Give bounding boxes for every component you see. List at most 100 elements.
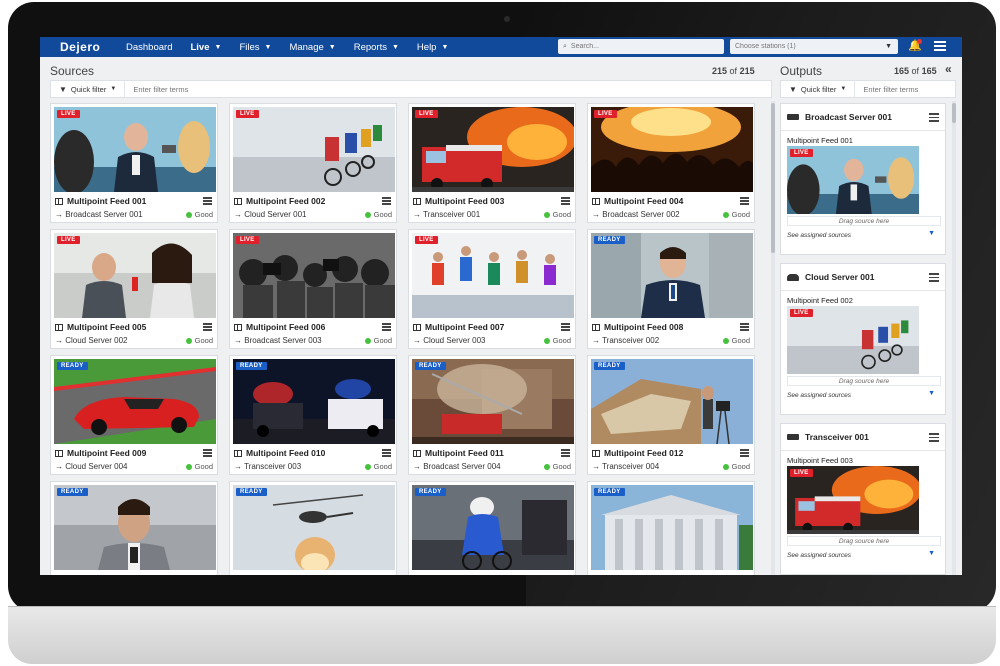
chevron-down-icon[interactable]: ▼ <box>928 550 935 557</box>
source-thumbnail[interactable]: READY <box>233 359 395 444</box>
drop-zone[interactable]: Drag source here <box>787 376 941 386</box>
search-input[interactable] <box>570 43 711 50</box>
server-icon <box>787 114 799 120</box>
outputs-filter-input[interactable] <box>863 84 934 94</box>
station-selector[interactable]: ▼ <box>730 39 898 54</box>
source-thumbnail[interactable]: READY <box>54 485 216 570</box>
multipoint-feed-icon <box>55 449 63 457</box>
nav-item-manage[interactable]: Manage ▼ <box>289 42 335 53</box>
source-card[interactable]: READY <box>50 481 218 575</box>
status-dot-icon <box>722 211 729 218</box>
nav-item-live[interactable]: Live ▼ <box>190 42 221 53</box>
source-thumbnail[interactable]: READY <box>591 359 753 444</box>
dejero-logo[interactable]: Dejero <box>60 40 126 54</box>
sources-grid: LIVE Multipoint Feed 001 → Broadcast Serve… <box>50 103 770 575</box>
status-dot-icon <box>185 337 192 344</box>
source-thumbnail[interactable]: READY <box>54 359 216 444</box>
see-assigned-sources-link[interactable]: See assigned sources <box>787 552 851 559</box>
see-assigned-sources-link[interactable]: See assigned sources <box>787 392 851 399</box>
source-thumbnail[interactable]: LIVE <box>233 107 395 192</box>
status-badge: Good <box>722 336 750 345</box>
status-dot-icon <box>722 337 729 344</box>
nav-item-help[interactable]: Help ▼ <box>417 42 448 53</box>
multipoint-feed-icon <box>413 449 421 457</box>
sources-filter-bar: ▼ Quick filter ▼ <box>50 80 772 98</box>
source-thumbnail[interactable]: LIVE <box>412 233 574 318</box>
source-card[interactable]: READY Multipoint Feed 009 → Cloud Server 0… <box>50 355 218 475</box>
notifications-button[interactable]: 🔔 <box>908 39 922 54</box>
collapse-panel-icon[interactable]: « <box>945 62 952 76</box>
card-menu-icon[interactable] <box>382 449 391 458</box>
chevron-down-icon[interactable]: ▼ <box>928 230 935 237</box>
source-thumbnail[interactable]: READY <box>412 359 574 444</box>
ready-badge: READY <box>594 236 625 244</box>
search-box[interactable]: ⌕ <box>558 39 724 54</box>
chevron-down-icon[interactable]: ▼ <box>928 390 935 397</box>
card-menu-icon[interactable] <box>203 323 212 332</box>
source-thumbnail[interactable]: READY <box>233 485 395 570</box>
card-menu-icon[interactable] <box>740 449 749 458</box>
card-menu-icon[interactable] <box>382 197 391 206</box>
source-card[interactable]: LIVE Multipoint Feed 002 → Cloud Server 00… <box>229 103 397 223</box>
output-title: Broadcast Server 001 <box>787 112 892 122</box>
card-menu-icon[interactable] <box>740 323 749 332</box>
nav-item-dashboard[interactable]: Dashboard <box>126 42 172 53</box>
outputs-title: Outputs <box>780 64 823 78</box>
output-thumbnail[interactable]: LIVE <box>787 146 919 214</box>
sources-quick-filter-button[interactable]: ▼ Quick filter ▼ <box>51 81 126 97</box>
source-thumbnail[interactable]: READY <box>412 485 574 570</box>
source-card[interactable]: LIVE Multipoint Feed 004 → Broadcast Serve… <box>587 103 755 223</box>
source-card[interactable]: LIVE Multipoint Feed 006 → Broadcast Serve… <box>229 229 397 349</box>
card-menu-icon[interactable] <box>561 449 570 458</box>
sources-filter-input[interactable] <box>133 84 334 94</box>
source-card[interactable]: READY Multipoint Feed 008 → Transceiver 00… <box>587 229 755 349</box>
outputs-scrollbar[interactable] <box>952 101 956 575</box>
card-menu-icon[interactable] <box>203 449 212 458</box>
output-card[interactable]: Cloud Server 001 Multipoint Feed 002 LIVE D… <box>780 263 946 415</box>
sources-count: 215 of 215 <box>712 66 755 76</box>
source-card[interactable]: LIVE Multipoint Feed 005 → Cloud Server 00… <box>50 229 218 349</box>
card-menu-icon[interactable] <box>561 323 570 332</box>
output-menu-icon[interactable] <box>929 273 939 284</box>
source-card[interactable]: READY Multipoint Feed 010 → Transceiver 00… <box>229 355 397 475</box>
output-menu-icon[interactable] <box>929 113 939 124</box>
source-title: Multipoint Feed 010 <box>234 448 325 458</box>
drop-zone[interactable]: Drag source here <box>787 536 941 546</box>
source-card[interactable]: READY Multipoint Feed 012 → Transceiver 00… <box>587 355 755 475</box>
search-icon: ⌕ <box>563 42 567 50</box>
nav-item-files[interactable]: Files ▼ <box>239 42 271 53</box>
card-menu-icon[interactable] <box>740 197 749 206</box>
output-menu-icon[interactable] <box>929 433 939 444</box>
see-assigned-sources-link[interactable]: See assigned sources <box>787 232 851 239</box>
source-card[interactable]: LIVE Multipoint Feed 003 → Transceiver 001… <box>408 103 576 223</box>
source-thumbnail[interactable]: LIVE <box>591 107 753 192</box>
source-card[interactable]: LIVE Multipoint Feed 007 → Cloud Server 00… <box>408 229 576 349</box>
card-menu-icon[interactable] <box>382 323 391 332</box>
outputs-quick-filter-button[interactable]: ▼ Quick filter ▼ <box>781 81 856 97</box>
source-card[interactable]: LIVE Multipoint Feed 001 → Broadcast Serve… <box>50 103 218 223</box>
source-thumbnail[interactable]: LIVE <box>54 233 216 318</box>
status-badge: Good <box>722 462 750 471</box>
sources-scrollbar[interactable] <box>771 101 775 575</box>
source-thumbnail[interactable]: LIVE <box>54 107 216 192</box>
hamburger-menu-icon[interactable] <box>934 41 946 51</box>
output-thumbnail[interactable]: LIVE <box>787 466 919 534</box>
output-card[interactable]: Broadcast Server 001 Multipoint Feed 001 L… <box>780 103 946 255</box>
source-thumbnail[interactable]: LIVE <box>233 233 395 318</box>
nav-item-reports[interactable]: Reports ▼ <box>354 42 399 53</box>
drop-zone[interactable]: Drag source here <box>787 216 941 226</box>
source-thumbnail[interactable]: READY <box>591 485 753 570</box>
source-thumbnail[interactable]: LIVE <box>412 107 574 192</box>
card-menu-icon[interactable] <box>561 197 570 206</box>
source-title: Multipoint Feed 009 <box>55 448 146 458</box>
output-card[interactable]: Transceiver 001 Multipoint Feed 003 LIVE Dr… <box>780 423 946 575</box>
card-menu-icon[interactable] <box>203 197 212 206</box>
output-thumbnail[interactable]: LIVE <box>787 306 919 374</box>
source-card[interactable]: READY <box>408 481 576 575</box>
stations-input[interactable] <box>735 43 875 50</box>
source-card[interactable]: READY <box>229 481 397 575</box>
source-card[interactable]: READY <box>587 481 755 575</box>
app-screen: Dejero Dashboard Live ▼ Files ▼ Manage ▼ Report… <box>40 37 962 575</box>
source-card[interactable]: READY Multipoint Feed 011 → Broadcast Serv… <box>408 355 576 475</box>
source-thumbnail[interactable]: READY <box>591 233 753 318</box>
